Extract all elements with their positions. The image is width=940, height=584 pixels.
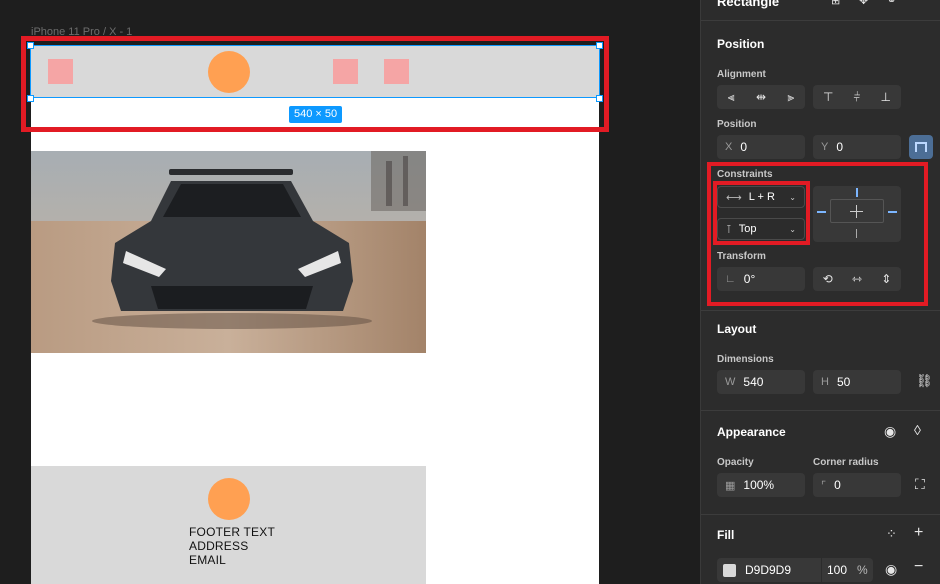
width-value: 540 — [743, 375, 764, 389]
flip-horizontal-icon[interactable]: ⇿ — [852, 273, 862, 285]
properties-panel: Rectangle ⊞ ✥ ⚭ Position Alignment ⫷ ⇹ ⫸… — [700, 0, 940, 584]
dimensions-label: Dimensions — [717, 354, 774, 365]
divider — [701, 20, 940, 21]
angle-icon: ∟ — [725, 273, 736, 285]
footer-address[interactable]: ADDRESS — [189, 539, 248, 553]
footer-rectangle[interactable]: FOOTER TEXT ADDRESS EMAIL — [31, 466, 426, 584]
position-label: Position — [717, 119, 757, 130]
divider — [701, 410, 940, 411]
opacity-label: Opacity — [717, 457, 754, 468]
absolute-position-button[interactable] — [909, 135, 933, 159]
car-image-graphic — [31, 151, 426, 353]
constraint-widget[interactable] — [813, 186, 901, 242]
h-prefix: H — [821, 376, 829, 388]
rotate-icon[interactable]: ⟲ — [823, 273, 833, 285]
layout-section-title: Layout — [717, 322, 757, 336]
fill-section-title: Fill — [717, 528, 735, 542]
opacity-value: 100% — [743, 478, 775, 492]
footer-logo-circle[interactable] — [208, 478, 250, 520]
transform-label: Transform — [717, 251, 766, 262]
corner-radius-label: Corner radius — [813, 457, 879, 468]
component-icon[interactable]: ✥ — [859, 0, 868, 7]
align-center-horizontal-icon[interactable]: ⇹ — [756, 91, 766, 103]
footer-email[interactable]: EMAIL — [189, 553, 226, 567]
divider — [701, 310, 940, 311]
blend-mode-icon[interactable]: ◊ — [914, 423, 921, 437]
corner-radius-icon: ⌜ — [821, 479, 827, 492]
x-prefix: X — [725, 141, 733, 153]
position-section-title: Position — [717, 37, 765, 51]
chevron-down-icon: ⌄ — [789, 192, 796, 202]
width-field[interactable]: W 540 — [717, 370, 805, 394]
constraint-cross-h — [850, 211, 863, 212]
field-divider — [821, 558, 822, 582]
fill-hex-value[interactable]: D9D9D9 — [745, 563, 791, 577]
y-position-field[interactable]: Y 0 — [813, 135, 901, 159]
constrain-proportions-icon[interactable]: ⛓ — [916, 374, 933, 387]
remove-fill-icon[interactable]: − — [914, 559, 923, 575]
horizontal-constraint-dropdown[interactable]: ⟷ L + R ⌄ — [717, 186, 805, 208]
vertical-constraint-dropdown[interactable]: ⊺ Top ⌄ — [717, 218, 805, 240]
vertical-constraint-value: Top — [738, 223, 757, 235]
align-bottom-icon[interactable]: ⊥ — [881, 91, 891, 103]
rotation-field[interactable]: ∟ 0° — [717, 267, 805, 291]
alignment-label: Alignment — [717, 69, 766, 80]
align-top-icon[interactable]: ⊤ — [823, 91, 833, 103]
fill-color-field[interactable]: D9D9D9 100 % — [717, 558, 873, 582]
align-right-icon[interactable]: ⫸ — [787, 91, 794, 103]
eye-icon[interactable]: ◉ — [885, 562, 897, 576]
grid-icon[interactable]: ⊞ — [831, 0, 840, 7]
design-canvas[interactable]: iPhone 11 Pro / X - 1 FOOTER TEXT ADDRES… — [0, 0, 700, 584]
fill-color-swatch[interactable] — [723, 563, 736, 577]
rotation-value: 0° — [743, 272, 756, 286]
x-value: 0 — [740, 140, 748, 154]
constraint-left-active[interactable] — [817, 211, 826, 213]
w-prefix: W — [725, 376, 736, 388]
transform-button-group: ⟲ ⇿ ⇕ — [813, 267, 901, 291]
fill-opacity-unit: % — [857, 563, 868, 577]
x-position-field[interactable]: X 0 — [717, 135, 805, 159]
horizontal-constraint-value: L + R — [748, 191, 775, 203]
vertical-align-group: ⊤ ⫩ ⊥ — [813, 85, 901, 109]
vertical-constraint-icon: ⊺ — [726, 223, 732, 236]
align-middle-icon[interactable]: ⫩ — [854, 91, 861, 103]
eye-icon[interactable]: ◉ — [884, 424, 896, 438]
align-left-icon[interactable]: ⫷ — [728, 91, 735, 103]
independent-corners-icon[interactable]: ⛶ — [915, 477, 925, 491]
flip-vertical-icon[interactable]: ⇕ — [881, 273, 891, 285]
opacity-field[interactable]: ▦ 100% — [717, 473, 805, 497]
frame-corner-icon — [915, 142, 927, 152]
y-value: 0 — [836, 140, 844, 154]
panel-layer-title: Rectangle — [717, 0, 780, 9]
constraint-bottom[interactable] — [856, 229, 857, 238]
add-fill-icon[interactable]: + — [914, 525, 923, 541]
styles-icon[interactable]: ⁘ — [886, 527, 897, 540]
corner-radius-value: 0 — [834, 478, 841, 492]
car-image[interactable] — [31, 151, 426, 353]
constraint-right-active[interactable] — [888, 211, 897, 213]
constraint-top-active[interactable] — [856, 188, 858, 197]
opacity-icon: ▦ — [725, 479, 736, 492]
highlight-box-header — [21, 36, 609, 132]
fill-opacity-value[interactable]: 100 — [827, 563, 847, 577]
appearance-section-title: Appearance — [717, 425, 786, 439]
height-field[interactable]: H 50 — [813, 370, 901, 394]
constraints-label: Constraints — [717, 169, 773, 180]
boolean-icon[interactable]: ⚭ — [887, 0, 896, 7]
corner-radius-field[interactable]: ⌜ 0 — [813, 473, 901, 497]
chevron-down-icon: ⌄ — [789, 224, 796, 234]
divider — [701, 514, 940, 515]
horizontal-constraint-icon: ⟷ — [726, 191, 742, 204]
footer-text[interactable]: FOOTER TEXT — [189, 525, 275, 539]
horizontal-align-group: ⫷ ⇹ ⫸ — [717, 85, 805, 109]
height-value: 50 — [836, 375, 851, 389]
y-prefix: Y — [821, 141, 829, 153]
